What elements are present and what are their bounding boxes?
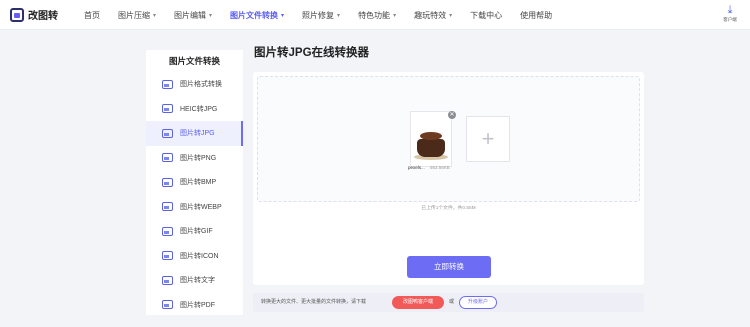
chevron-down-icon: ▾ [449, 12, 453, 19]
plus-icon: + [481, 126, 495, 151]
remove-file-icon[interactable]: ✕ [448, 111, 456, 119]
nav-item-label: 首页 [84, 10, 100, 20]
sidebar-item-9[interactable]: 图片转PDF [146, 293, 243, 318]
client-download[interactable]: ⤓ 客户端 [718, 4, 742, 23]
logo-text: 改图转 [28, 11, 58, 22]
page-title: 图片转JPG在线转换器 [254, 47, 370, 59]
nav-item-2[interactable]: 图片编辑 ▾ [174, 10, 212, 21]
sidebar-item-7[interactable]: 图片转ICON [146, 244, 243, 269]
sidebar-item-3[interactable]: 图片转PNG [146, 146, 243, 171]
nav-item-5[interactable]: 特色功能 ▾ [358, 10, 396, 21]
top-navigation-bar: 改图转 首页 图片压缩 ▾ 图片编辑 ▾ 图片文件转换 ▾ 照片修复 ▾ 特色功能 ▾ 趣玩特效 ▾ 下载… [0, 0, 750, 30]
sidebar-item-label: 图片转PDF [180, 301, 215, 309]
main-nav: 首页 图片压缩 ▾ 图片编辑 ▾ 图片文件转换 ▾ 照片修复 ▾ 特色功能 ▾ 趣玩特效 ▾ 下载中心 使用… [84, 0, 570, 30]
nav-item-4[interactable]: 照片修复 ▾ [302, 10, 340, 21]
convert-button[interactable]: 立即转换 [407, 256, 491, 278]
image-icon [162, 128, 173, 138]
upload-drop-zone[interactable]: ✕ pexels... 563.56KB + [257, 76, 640, 202]
sidebar-item-label: 图片转WEBP [180, 203, 222, 211]
sidebar-item-label: 图片转ICON [180, 252, 219, 260]
image-icon [162, 226, 173, 236]
chevron-down-icon: ▾ [209, 12, 213, 19]
image-icon [162, 177, 173, 187]
client-label: 客户端 [723, 17, 737, 22]
nav-item-label: 特色功能 [358, 10, 391, 20]
cake-image [414, 130, 448, 160]
chevron-down-icon: ▾ [337, 12, 341, 19]
uploaded-file-thumbnail[interactable] [410, 111, 452, 167]
nav-item-label: 图片编辑 [174, 10, 207, 20]
nav-item-label: 图片文件转换 [230, 10, 279, 20]
sidebar-list: 图片格式转换 HEIC转JPG 图片转JPG 图片转PNG 图片转BMP 图片转WEBP 图… [146, 72, 243, 317]
sidebar-item-5[interactable]: 图片转WEBP [146, 195, 243, 220]
upload-summary: 已上传1个文件，共0.55M [421, 206, 476, 211]
upsell-text: 转换更大的文件、更大批量的文件转换，请下载 [261, 299, 367, 305]
chevron-down-icon: ▾ [393, 12, 397, 19]
sidebar-item-0[interactable]: 图片格式转换 [146, 72, 243, 97]
nav-item-label: 照片修复 [302, 10, 335, 20]
image-icon [162, 275, 173, 285]
sidebar-item-label: 图片格式转换 [180, 81, 222, 89]
nav-item-8[interactable]: 使用帮助 [520, 10, 552, 21]
file-size: 563.56KB [430, 165, 450, 170]
sidebar-item-4[interactable]: 图片转BMP [146, 170, 243, 195]
sidebar-item-6[interactable]: 图片转GIF [146, 219, 243, 244]
nav-item-label: 趣玩特效 [414, 10, 447, 20]
nav-item-7[interactable]: 下载中心 [470, 10, 502, 21]
image-icon [162, 300, 173, 310]
logo-icon [10, 7, 24, 22]
nav-item-1[interactable]: 图片压缩 ▾ [118, 10, 156, 21]
nav-item-0[interactable]: 首页 [84, 10, 100, 21]
sidebar-item-label: 图片转BMP [180, 179, 217, 187]
add-file-button[interactable]: + [466, 116, 510, 162]
nav-item-label: 下载中心 [470, 10, 503, 20]
sidebar-item-2[interactable]: 图片转JPG [146, 121, 243, 146]
image-icon [162, 79, 173, 89]
upgrade-account-button[interactable]: 升级账户 [459, 296, 497, 309]
nav-item-6[interactable]: 趣玩特效 ▾ [414, 10, 452, 21]
chevron-down-icon: ▾ [281, 12, 285, 19]
sidebar-item-8[interactable]: 图片转文字 [146, 268, 243, 293]
nav-item-label: 使用帮助 [520, 10, 553, 20]
sidebar-item-1[interactable]: HEIC转JPG [146, 97, 243, 122]
download-client-button[interactable]: 改图鸭客户端 [392, 296, 444, 309]
image-icon [162, 251, 173, 261]
image-icon [162, 153, 173, 163]
download-icon: ⤓ [727, 4, 733, 16]
sidebar-item-label: 图片转GIF [180, 228, 213, 236]
sidebar-item-label: 图片转文字 [180, 277, 215, 285]
converter-panel: ✕ pexels... 563.56KB + 已上传1个文件，共0.55M 立即… [253, 72, 644, 285]
sidebar: 图片文件转换 图片格式转换 HEIC转JPG 图片转JPG 图片转PNG 图片转BMP 图… [146, 50, 243, 315]
or-text: 或 [449, 299, 455, 305]
sidebar-item-label: 图片转JPG [180, 130, 215, 138]
image-icon [162, 202, 173, 212]
logo[interactable]: 改图转 [10, 7, 58, 22]
sidebar-title: 图片文件转换 [168, 56, 220, 66]
file-name: pexels... [408, 165, 425, 170]
image-icon [162, 104, 173, 114]
nav-item-3[interactable]: 图片文件转换 ▾ [230, 10, 284, 21]
chevron-down-icon: ▾ [153, 12, 157, 19]
upsell-bar: 转换更大的文件、更大批量的文件转换，请下载 改图鸭客户端 或 升级账户 [253, 293, 644, 312]
nav-item-label: 图片压缩 [118, 10, 150, 20]
sidebar-item-label: 图片转PNG [180, 154, 217, 162]
sidebar-item-label: HEIC转JPG [180, 105, 218, 113]
